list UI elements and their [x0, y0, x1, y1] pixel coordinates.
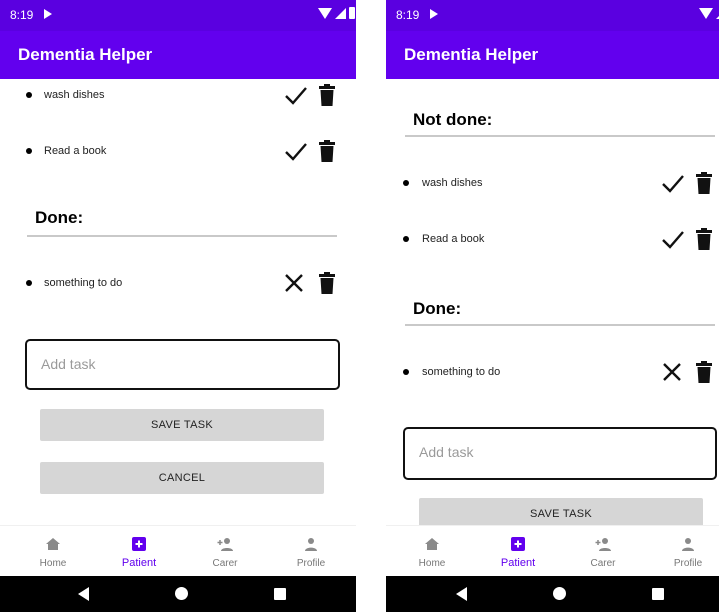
phone-screen-left: 8:19 Dementia Helper wash dishes Read a …: [0, 0, 356, 612]
task-content[interactable]: Not done: wash dishes Read a book Done: …: [386, 79, 719, 525]
status-icons: [318, 7, 355, 19]
nav-label-carer: Carer: [590, 558, 616, 569]
app-title: Dementia Helper: [18, 45, 153, 64]
task-content[interactable]: wash dishes Read a book Done: something …: [0, 79, 356, 525]
trash-icon[interactable]: [695, 228, 713, 250]
add-task-input[interactable]: Add task: [25, 339, 340, 390]
close-icon[interactable]: [659, 360, 685, 384]
trash-icon[interactable]: [318, 272, 336, 294]
check-icon[interactable]: [283, 139, 309, 163]
patient-add-icon: [132, 537, 146, 551]
task-label: wash dishes: [422, 177, 483, 189]
system-nav-bar: [0, 576, 356, 612]
patient-add-icon: [511, 537, 525, 551]
bullet: [26, 148, 32, 154]
bullet: [26, 92, 32, 98]
home-button-icon[interactable]: [175, 587, 188, 600]
nav-item-profile[interactable]: Profile: [643, 526, 719, 577]
app-bar: Dementia Helper: [386, 31, 719, 79]
play-icon: [430, 9, 438, 19]
task-label: something to do: [422, 366, 501, 378]
person-icon: [305, 538, 317, 551]
bottom-nav: Home Patient Carer Profile: [0, 525, 356, 576]
bullet: [403, 180, 409, 186]
bullet: [403, 236, 409, 242]
check-icon[interactable]: [660, 171, 686, 195]
person-icon: [682, 538, 694, 551]
save-task-button[interactable]: SAVE TASK: [419, 498, 703, 525]
done-header: Done:: [413, 299, 462, 318]
task-label: Read a book: [422, 233, 485, 245]
add-task-input[interactable]: Add task: [403, 427, 717, 480]
recents-icon[interactable]: [652, 588, 664, 600]
nav-item-carer[interactable]: Carer: [180, 526, 270, 577]
status-time: 8:19: [396, 8, 420, 22]
close-icon[interactable]: [281, 271, 307, 295]
nav-item-home[interactable]: Home: [8, 526, 98, 577]
phone-screen-right: 8:19 Dementia Helper Not done: wash dish…: [386, 0, 719, 612]
task-row: something to do: [0, 270, 356, 298]
battery-icon: [349, 7, 355, 19]
play-icon: [44, 9, 52, 19]
nav-item-home[interactable]: Home: [387, 526, 477, 577]
cancel-button[interactable]: CANCEL: [40, 462, 324, 494]
divider: [405, 135, 715, 137]
home-icon: [425, 538, 439, 550]
nav-item-carer[interactable]: Carer: [558, 526, 648, 577]
bullet: [26, 280, 32, 286]
wifi-icon: [318, 7, 332, 19]
divider: [27, 235, 337, 237]
bottom-nav: Home Patient Carer Profile: [386, 525, 719, 576]
status-bar: 8:19: [0, 0, 356, 31]
nav-label-home: Home: [418, 558, 446, 569]
status-time: 8:19: [10, 8, 34, 22]
bullet: [403, 369, 409, 375]
nav-label-patient: Patient: [500, 557, 536, 569]
save-task-button[interactable]: SAVE TASK: [40, 409, 324, 441]
recents-icon[interactable]: [274, 588, 286, 600]
back-icon[interactable]: [78, 587, 89, 601]
divider: [405, 324, 715, 326]
nav-item-profile[interactable]: Profile: [266, 526, 356, 577]
add-task-placeholder: Add task: [41, 356, 96, 372]
trash-icon[interactable]: [695, 361, 713, 383]
add-task-placeholder: Add task: [419, 444, 474, 460]
status-bar: 8:19: [386, 0, 719, 31]
status-icons: [699, 7, 719, 19]
task-row: wash dishes: [0, 82, 356, 110]
nav-item-patient[interactable]: Patient: [473, 526, 563, 577]
nav-label-home: Home: [39, 558, 67, 569]
back-icon[interactable]: [456, 587, 467, 601]
wifi-icon: [699, 7, 713, 19]
app-bar: Dementia Helper: [0, 31, 356, 79]
task-label: wash dishes: [44, 89, 105, 101]
check-icon[interactable]: [660, 227, 686, 251]
task-row: wash dishes: [386, 170, 719, 198]
trash-icon[interactable]: [318, 140, 336, 162]
signal-icon: [335, 7, 346, 19]
app-title: Dementia Helper: [404, 45, 539, 64]
task-row: Read a book: [386, 226, 719, 254]
not-done-header: Not done:: [413, 110, 493, 129]
trash-icon[interactable]: [318, 84, 336, 106]
nav-item-patient[interactable]: Patient: [94, 526, 184, 577]
nav-label-patient: Patient: [121, 557, 157, 569]
home-button-icon[interactable]: [553, 587, 566, 600]
nav-label-profile: Profile: [296, 558, 326, 569]
trash-icon[interactable]: [695, 172, 713, 194]
nav-label-profile: Profile: [673, 558, 703, 569]
task-label: Read a book: [44, 145, 107, 157]
task-row: Read a book: [0, 138, 356, 166]
task-label: something to do: [44, 277, 123, 289]
person-add-icon: [217, 538, 233, 551]
nav-label-carer: Carer: [212, 558, 238, 569]
person-add-icon: [595, 538, 611, 551]
home-icon: [46, 538, 60, 550]
check-icon[interactable]: [283, 83, 309, 107]
system-nav-bar: [386, 576, 719, 612]
task-row: something to do: [386, 359, 719, 387]
done-header: Done:: [35, 208, 84, 227]
